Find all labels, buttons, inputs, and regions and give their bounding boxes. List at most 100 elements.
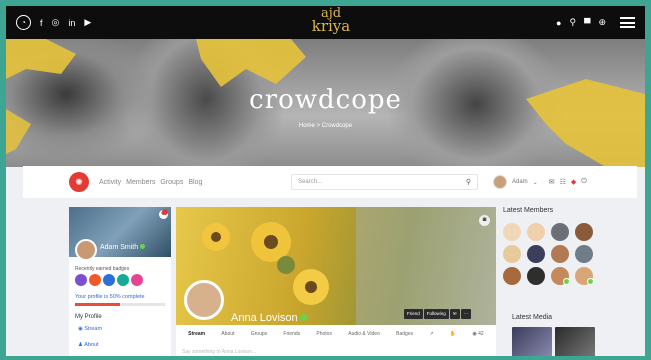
latest-members-grid (503, 223, 594, 285)
badge-list (75, 274, 143, 286)
nav-links: Activity Members Groups Blog (99, 179, 202, 186)
chevron-down-icon[interactable]: ⌄ (533, 179, 538, 186)
menu-item-stream[interactable]: ◉ Stream (78, 326, 102, 332)
notification-dot (162, 209, 168, 215)
member-avatar[interactable] (527, 223, 545, 241)
menu-icon[interactable] (620, 17, 635, 28)
my-profile-heading: My Profile (75, 314, 102, 320)
nav-link-groups[interactable]: Groups (160, 179, 183, 186)
search-icon[interactable]: ⚲ (466, 178, 471, 186)
like-icon[interactable]: ✋ (450, 331, 456, 337)
member-avatar[interactable] (575, 245, 593, 263)
gear-icon[interactable]: ⚙ (159, 209, 168, 219)
search-input[interactable]: Search... ⚲ (291, 174, 478, 190)
user-menu[interactable]: Adam ⌄ ✉ ☷ ◆ ⏻ (493, 175, 587, 189)
brand-logo-bottom: kriya (311, 17, 351, 35)
member-avatar[interactable] (575, 267, 594, 285)
online-indicator (140, 244, 146, 249)
post-composer[interactable]: Say something to Anna Lovison... (182, 349, 256, 355)
breadcrumb: Home > Crowdcope (298, 123, 353, 129)
instagram-icon[interactable]: ◎ (52, 17, 60, 28)
right-sidebar: Latest Members Latest Media (503, 207, 637, 356)
member-avatar[interactable] (551, 267, 570, 285)
badge-icon[interactable] (89, 274, 101, 286)
tab-audio-video[interactable]: Audio & Video (348, 331, 380, 337)
tab-badges[interactable]: Badges (396, 331, 413, 337)
friend-button[interactable]: Friend (404, 309, 423, 319)
profile-tabs: Stream About Groups Friends Photos Audio… (176, 331, 496, 337)
browser-frame: ◔ f ◎ in ▶ ajd kriya ● ⚲ ▀ ⊕ crowdcope H… (6, 6, 645, 356)
nav-link-blog[interactable]: Blog (188, 179, 202, 186)
member-avatar[interactable] (551, 223, 569, 241)
hero-banner: crowdcope Home > Crowdcope (6, 39, 645, 167)
profile-complete-text[interactable]: Your profile is 50% complete (75, 294, 145, 300)
member-avatar[interactable] (503, 245, 521, 263)
nav-link-members[interactable]: Members (126, 179, 155, 186)
profile-card-name[interactable]: Adam Smith (100, 244, 146, 251)
tab-groups[interactable]: Groups (251, 331, 267, 337)
profile-card-name-text: Adam Smith (100, 244, 139, 251)
badge-icon[interactable] (131, 274, 143, 286)
brand-logo[interactable]: ajd kriya (308, 7, 354, 38)
friends-icon[interactable]: ☷ (560, 178, 566, 186)
media-thumbnail[interactable] (555, 327, 595, 356)
menu-item-about[interactable]: ♟ About (78, 342, 99, 348)
tab-friends[interactable]: Friends (283, 331, 300, 337)
avatar[interactable] (184, 280, 224, 320)
youtube-icon[interactable]: ▶ (84, 17, 91, 28)
badge-icon[interactable] (117, 274, 129, 286)
latest-members-title: Latest Members (503, 207, 554, 214)
badge-icon[interactable] (103, 274, 115, 286)
linkedin-icon[interactable]: in (68, 18, 75, 28)
latest-media-title: Latest Media (512, 314, 553, 321)
menu-item-about-label: About (84, 342, 99, 348)
member-avatar[interactable] (551, 245, 569, 263)
top-right-icons: ● ⚲ ▀ ⊕ (556, 17, 635, 28)
profile-progress-fill (75, 303, 120, 306)
profile-progress-bar (75, 303, 165, 306)
share-icon[interactable]: ↗ (429, 331, 433, 337)
member-avatar[interactable] (527, 245, 545, 263)
member-avatar[interactable] (527, 267, 545, 285)
member-avatar[interactable] (503, 267, 521, 285)
following-button[interactable]: Following (423, 309, 449, 319)
search-placeholder: Search... (298, 179, 323, 185)
nav-link-activity[interactable]: Activity (99, 179, 121, 186)
profile-card: ⚙ Adam Smith Recently earned badges Your… (69, 207, 171, 356)
member-avatar[interactable] (503, 223, 521, 241)
notifications-icon[interactable]: ◆ (571, 178, 576, 186)
message-icon[interactable]: ✉ (449, 309, 460, 319)
globe-icon[interactable]: ⊕ (598, 17, 606, 28)
profile-cover-photo: ◙ (176, 207, 496, 325)
site-logo-icon[interactable]: ✺ (69, 172, 89, 192)
media-thumbnail[interactable] (512, 327, 552, 356)
avatar[interactable] (493, 175, 507, 189)
camera-icon[interactable]: ◙ (479, 215, 490, 226)
top-bar: ◔ f ◎ in ▶ ajd kriya ● ⚲ ▀ ⊕ (6, 6, 645, 39)
profile-name: Anna Lovison (231, 312, 307, 324)
search-icon[interactable]: ⚲ (569, 17, 576, 28)
avatar[interactable] (75, 239, 97, 261)
latest-media-grid (512, 327, 595, 356)
tab-about[interactable]: About (221, 331, 234, 337)
messages-icon[interactable]: ✉ (549, 178, 555, 186)
cart-icon[interactable]: ▀ (584, 18, 590, 28)
user-icon[interactable]: ● (556, 18, 561, 28)
site-navbar: ✺ Activity Members Groups Blog Search...… (23, 166, 637, 198)
badges-label: Recently earned badges (75, 266, 130, 272)
facebook-icon[interactable]: f (40, 18, 43, 28)
brand-circle-icon[interactable]: ◔ (16, 15, 31, 30)
profile-main: ◙ Anna Lovison Friend Following ✉ ⋯ Stre… (176, 207, 496, 356)
member-avatar[interactable] (575, 223, 593, 241)
more-icon[interactable]: ⋯ (460, 309, 472, 319)
power-icon[interactable]: ⏻ (581, 178, 587, 186)
online-indicator (299, 314, 307, 321)
badge-icon[interactable] (75, 274, 87, 286)
tab-stream[interactable]: Stream (188, 331, 205, 337)
profile-name-text: Anna Lovison (231, 312, 298, 324)
social-links: ◔ f ◎ in ▶ (16, 15, 91, 30)
views-count-value: 42 (478, 331, 484, 337)
hero-title: crowdcope (249, 85, 402, 115)
user-name: Adam (512, 179, 528, 185)
tab-photos[interactable]: Photos (316, 331, 332, 337)
